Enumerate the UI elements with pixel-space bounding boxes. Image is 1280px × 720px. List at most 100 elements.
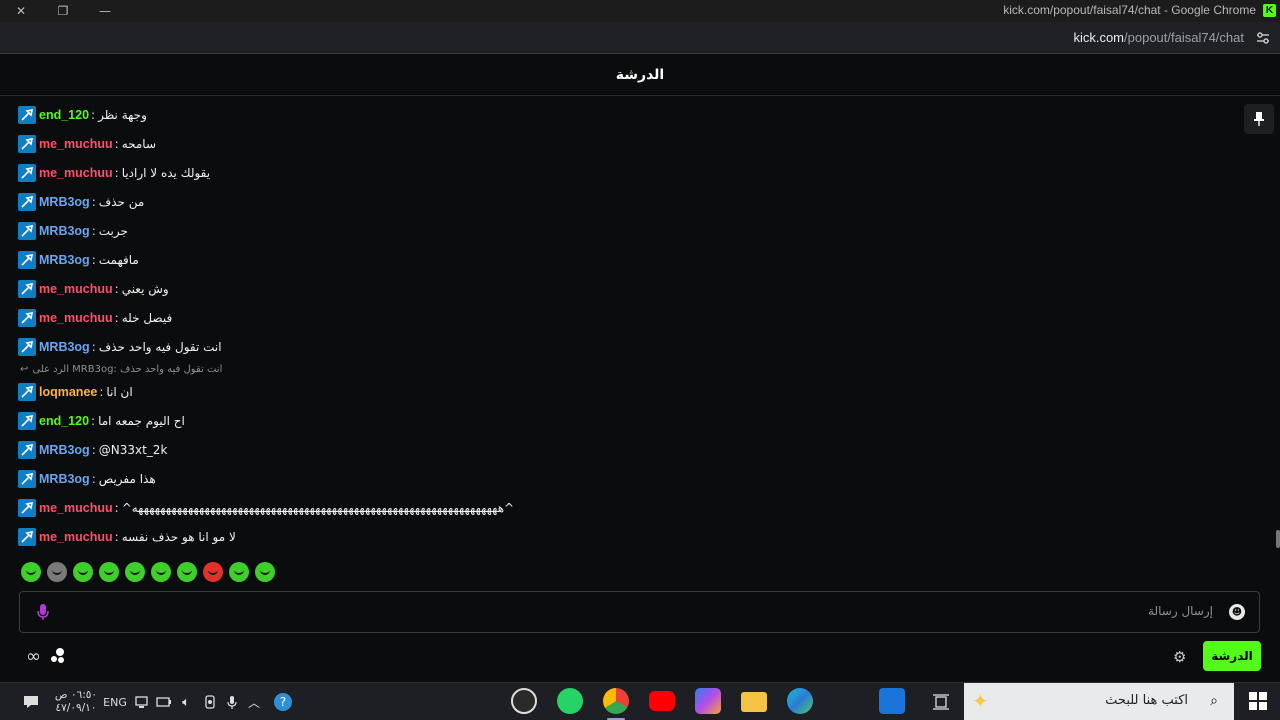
chat-input[interactable]: إرسال رسالة ☻ (19, 591, 1260, 633)
minimize-window-icon[interactable]: — (84, 0, 126, 22)
whatsapp-icon[interactable] (557, 688, 583, 714)
vip-badge-icon[interactable] (18, 411, 36, 430)
chat-username[interactable]: MRB3og (39, 472, 90, 486)
chrome-icon[interactable] (603, 688, 629, 714)
chat-username[interactable]: end_120 (39, 108, 89, 122)
vip-badge-icon[interactable] (18, 192, 36, 211)
network-icon[interactable] (133, 691, 151, 713)
chat-message-list: end_120: وجهة نظر me_muchuu: سامحه me_muchuu… (18, 100, 1218, 551)
emote-icon[interactable] (151, 562, 171, 582)
restore-window-icon[interactable]: ❐ (42, 0, 84, 22)
outlook-icon[interactable] (879, 688, 905, 714)
chat-username[interactable]: me_muchuu (39, 166, 113, 180)
vip-badge-icon[interactable] (18, 279, 36, 298)
chat-username[interactable]: me_muchuu (39, 282, 113, 296)
separator-colon: : (114, 281, 119, 296)
emote-icon[interactable] (229, 562, 249, 582)
url-text[interactable]: kick.com/popout/faisal74/chat (1073, 30, 1244, 45)
vip-badge-icon[interactable] (18, 337, 36, 356)
emote-icon[interactable] (255, 562, 275, 582)
edge-icon[interactable] (787, 688, 813, 714)
chat-username[interactable]: MRB3og (39, 443, 90, 457)
emote-icon[interactable] (99, 562, 119, 582)
chat-message-text: ان انا (106, 384, 133, 399)
separator-colon: : (91, 442, 96, 457)
volume-icon[interactable]: 🔈︎ (177, 691, 195, 713)
battery-icon[interactable] (155, 691, 173, 713)
emote-icon[interactable] (203, 562, 223, 582)
notifications-icon[interactable] (22, 691, 40, 713)
vip-badge-icon[interactable] (18, 527, 36, 546)
chat-username[interactable]: loqmanee (39, 385, 97, 399)
taskbar-search-box[interactable]: ✦ اكتب هنا للبحث ⌕ (964, 683, 1234, 720)
clock[interactable]: ٠٦:٥٠ ص ٤٧/٠٩/١٠ (48, 687, 104, 717)
chat-message-text: فيصل خله (121, 310, 173, 325)
separator-colon: : (91, 471, 96, 486)
pen-workspace-icon[interactable] (201, 691, 219, 713)
emote-icon[interactable] (21, 562, 41, 582)
emote-icon[interactable] (125, 562, 145, 582)
send-chat-button[interactable]: الدرشة (1203, 641, 1261, 671)
close-window-icon[interactable]: ✕ (0, 0, 42, 22)
chat-username[interactable]: me_muchuu (39, 530, 113, 544)
vip-badge-icon[interactable] (18, 469, 36, 488)
chat-message-text: اح اليوم جمعه اما (98, 413, 185, 428)
separator-colon: : (114, 165, 119, 180)
chat-message-text: مافهمت (98, 252, 139, 267)
vip-badge-icon[interactable] (18, 221, 36, 240)
kick-logo-icon: K (1263, 4, 1276, 17)
reply-preview[interactable]: ↩ الرد على MRB3og: انت تقول فيه واحد حذف (18, 361, 1218, 377)
emote-icon[interactable] (47, 562, 67, 582)
vip-badge-icon[interactable] (18, 440, 36, 459)
address-bar[interactable]: kick.com/popout/faisal74/chat (0, 22, 1280, 54)
pin-button[interactable] (1244, 104, 1274, 134)
chat-message-text: جربت (98, 223, 128, 238)
chat-username[interactable]: me_muchuu (39, 311, 113, 325)
microphone-icon[interactable] (36, 603, 50, 621)
chat-username[interactable]: MRB3og (39, 253, 90, 267)
vip-badge-icon[interactable] (18, 498, 36, 517)
emote-icon[interactable] (177, 562, 197, 582)
mic-tray-icon[interactable] (223, 691, 241, 713)
vip-badge-icon[interactable] (18, 250, 36, 269)
reply-arrow-icon: ↩ (20, 363, 29, 375)
vip-badge-icon[interactable] (18, 382, 36, 401)
search-placeholder: اكتب هنا للبحث (1105, 693, 1188, 708)
chat-message-text: وجهة نظر (98, 107, 147, 122)
vip-badge-icon[interactable] (18, 134, 36, 153)
site-settings-icon[interactable] (1256, 31, 1270, 45)
reply-text: الرد على MRB3og: انت تقول فيه واحد حذف (32, 363, 223, 375)
vip-badge-icon[interactable] (18, 163, 36, 182)
task-view-icon[interactable] (930, 691, 952, 713)
url-path: /popout/faisal74/chat (1124, 30, 1244, 45)
vip-badge-icon[interactable] (18, 308, 36, 327)
chat-username[interactable]: end_120 (39, 414, 89, 428)
emoji-picker-icon[interactable]: ☻ (1229, 604, 1245, 620)
separator-colon: : (91, 194, 96, 209)
chat-username[interactable]: MRB3og (39, 340, 90, 354)
chat-username[interactable]: MRB3og (39, 195, 90, 209)
infinity-icon[interactable]: ∞ (26, 646, 41, 667)
chat-message: me_muchuu: وش يعني (18, 274, 1218, 303)
language-indicator[interactable]: ENG (103, 691, 127, 713)
chat-username[interactable]: me_muchuu (39, 137, 113, 151)
youtube-icon[interactable] (649, 691, 675, 711)
chat-scrollbar[interactable] (1276, 530, 1280, 548)
file-explorer-icon[interactable] (741, 692, 767, 712)
help-icon[interactable]: ? (272, 691, 294, 713)
chat-settings-gear-icon[interactable]: ⚙ (1173, 648, 1186, 666)
obs-icon[interactable] (511, 688, 537, 714)
m365-icon[interactable] (695, 688, 721, 714)
emote-quick-bar (21, 562, 275, 582)
chat-message-text: سامحه (121, 136, 157, 151)
chat-message: MRB3og: هذا مفريص (18, 464, 1218, 493)
channel-points-icon[interactable] (49, 647, 67, 665)
vip-badge-icon[interactable] (18, 105, 36, 124)
chat-username[interactable]: MRB3og (39, 224, 90, 238)
windows-start-icon[interactable] (1249, 692, 1267, 710)
chat-message: me_muchuu: لا مو انا هو حذف نفسه (18, 522, 1218, 551)
chat-message-text: هذا مفريص (98, 471, 156, 486)
emote-icon[interactable] (73, 562, 93, 582)
show-hidden-icons-chevron-icon[interactable]: ︿ (245, 691, 263, 713)
chat-username[interactable]: me_muchuu (39, 501, 113, 515)
